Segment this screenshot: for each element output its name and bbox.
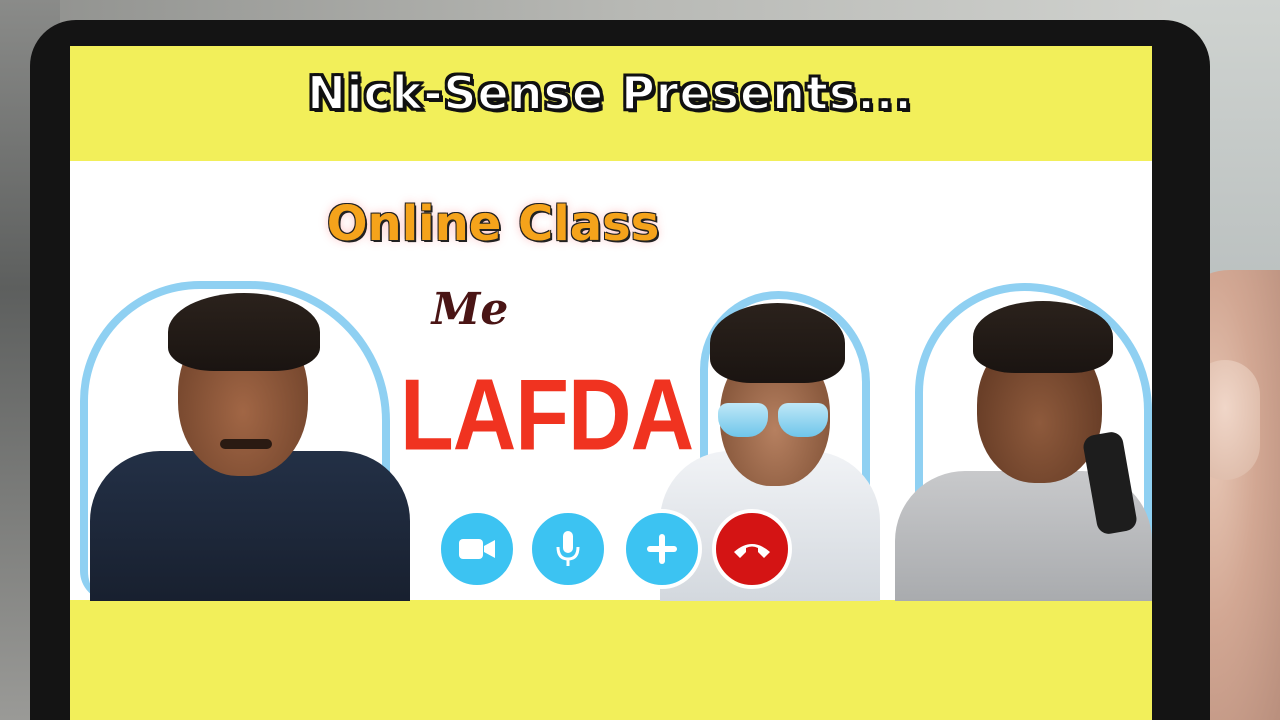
video-camera-icon (459, 539, 495, 559)
mustache (220, 439, 272, 449)
hair (710, 303, 845, 383)
sunglasses-lens-right (778, 403, 828, 437)
person-left-cutout (70, 271, 430, 601)
tablet-screen: Nick-Sense Presents... Online Class Me L… (70, 46, 1152, 720)
title-online-class: Online Class (326, 196, 660, 252)
microphone-icon (556, 531, 580, 566)
bottom-yellow-banner (70, 600, 1152, 720)
video-camera-button[interactable] (437, 509, 517, 589)
end-call-button[interactable] (712, 509, 792, 589)
title-me: Me (431, 284, 509, 335)
add-participant-button[interactable] (622, 509, 702, 589)
hair (973, 301, 1113, 373)
microphone-button[interactable] (528, 509, 608, 589)
sunglasses-lens-left (718, 403, 768, 437)
plus-icon (647, 534, 677, 564)
phone-hangup-icon (734, 544, 770, 558)
hair (168, 293, 320, 371)
presents-heading: Nick-Sense Presents... (306, 65, 913, 121)
person-right-cutout (885, 283, 1152, 601)
title-lafda: LAFDA (400, 357, 694, 472)
